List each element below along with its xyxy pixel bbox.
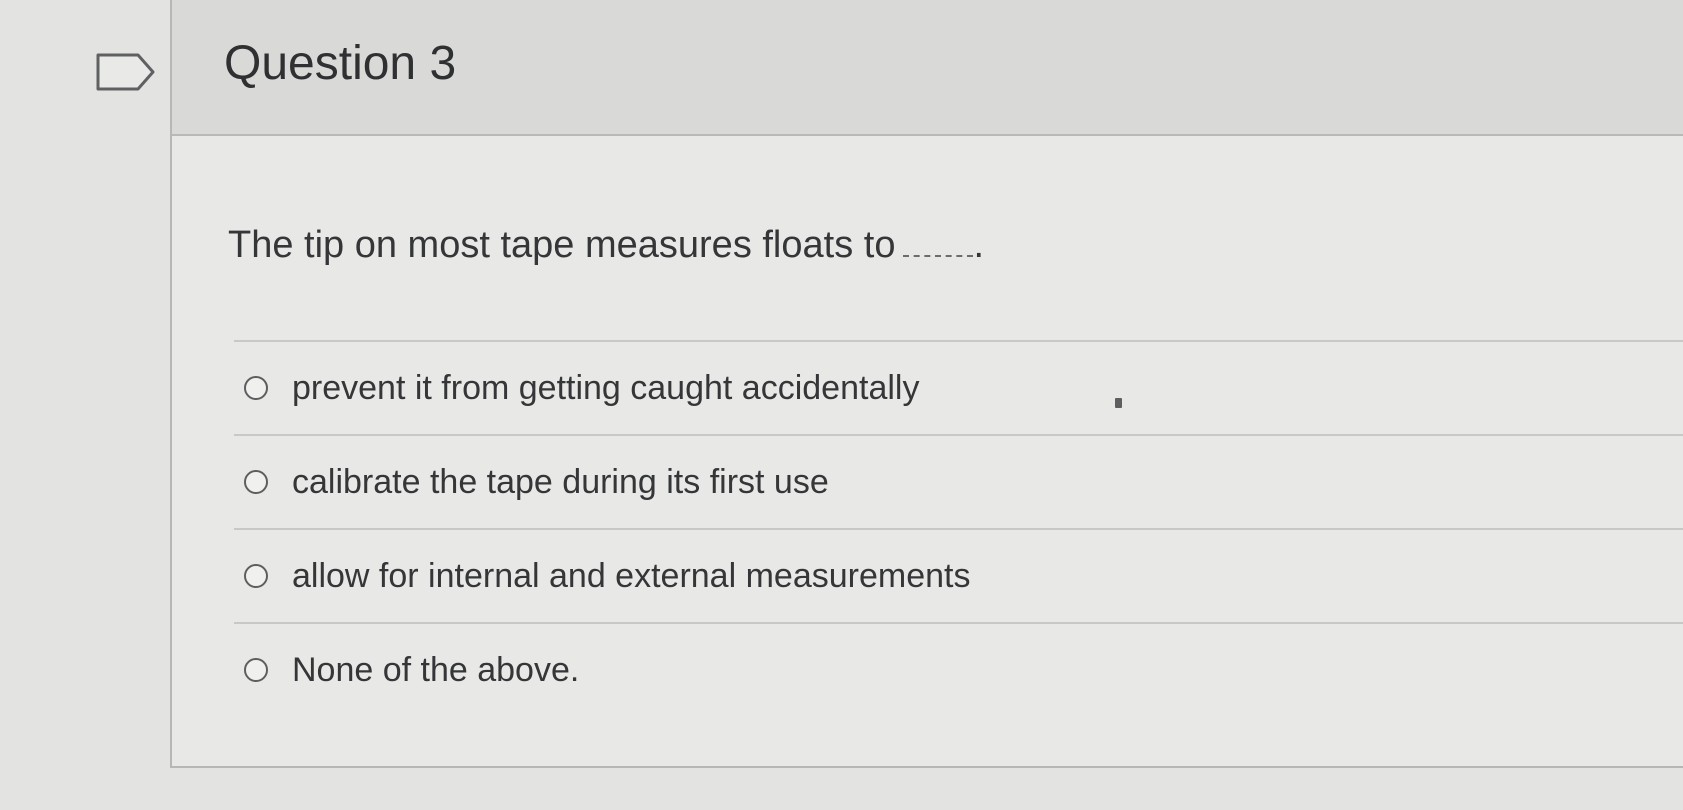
answer-label: prevent it from getting caught accidenta… — [292, 369, 920, 407]
radio-button[interactable] — [244, 470, 268, 494]
question-card: Question 3 The tip on most tape measures… — [170, 0, 1683, 768]
radio-button[interactable] — [244, 564, 268, 588]
answer-option[interactable]: allow for internal and external measurem… — [234, 528, 1683, 622]
answer-option[interactable]: calibrate the tape during its first use — [234, 434, 1683, 528]
question-header: Question 3 — [172, 0, 1683, 136]
question-prompt-text: The tip on most tape measures floats to — [228, 224, 896, 266]
question-prompt-end: . — [973, 224, 985, 266]
question-title: Question 3 — [224, 37, 457, 90]
answer-list: prevent it from getting caught accidenta… — [234, 340, 1683, 716]
radio-button[interactable] — [244, 658, 268, 682]
answer-blank — [903, 254, 974, 257]
answer-label: calibrate the tape during its first use — [292, 463, 829, 501]
answer-label: allow for internal and external measurem… — [292, 557, 971, 595]
cursor-mark — [1115, 398, 1122, 408]
answer-option[interactable]: None of the above. — [234, 622, 1683, 716]
flag-question-icon[interactable] — [96, 50, 158, 94]
answer-option[interactable]: prevent it from getting caught accidenta… — [234, 340, 1683, 434]
answer-label: None of the above. — [292, 651, 580, 689]
radio-button[interactable] — [244, 376, 268, 400]
question-prompt: The tip on most tape measures floats to. — [228, 226, 984, 264]
